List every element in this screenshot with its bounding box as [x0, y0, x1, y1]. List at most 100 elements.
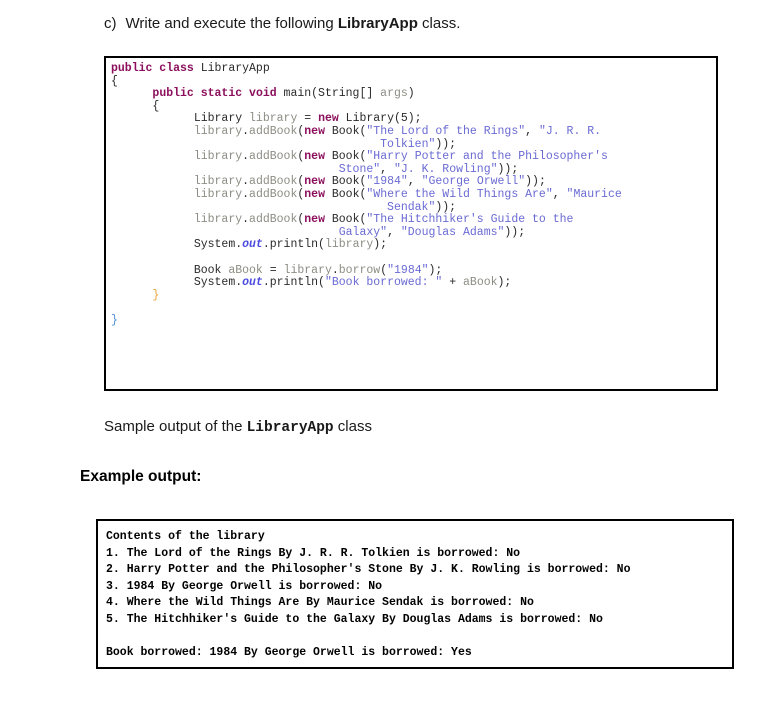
- code-token: new: [304, 124, 332, 138]
- question-prompt: c) Write and execute the following Librar…: [104, 14, 460, 34]
- code-token: "The Hitchhiker's Guide to the: [366, 213, 574, 227]
- code-token: ));: [504, 225, 526, 239]
- code-token: Galaxy": [338, 225, 388, 239]
- code-token: ));: [435, 200, 457, 214]
- code-token: Book(: [331, 124, 367, 138]
- code-token: public static void: [152, 87, 284, 101]
- code-token: new: [304, 213, 332, 227]
- code-token: aBook: [463, 276, 498, 290]
- code-token: ,: [387, 225, 401, 239]
- code-token: "J. R. R.: [538, 124, 602, 138]
- code-token: addBook: [249, 175, 298, 189]
- sample-caption-text-after: class: [333, 418, 372, 435]
- code-token: out: [242, 276, 263, 290]
- code-token: Stone": [338, 162, 381, 176]
- code-token: Book: [111, 263, 229, 277]
- code-token: Book(: [331, 213, 367, 227]
- sample-output-caption: Sample output of the LibraryApp class: [104, 417, 372, 438]
- code-token: );: [497, 276, 512, 290]
- question-text-after: class.: [417, 15, 461, 32]
- code-token: ));: [497, 162, 519, 176]
- console-output-listing: Contents of the library 1. The Lord of t…: [106, 530, 631, 660]
- code-token: .: [242, 150, 250, 164]
- code-token: aBook: [228, 263, 263, 277]
- code-token: addBook: [249, 150, 298, 164]
- code-block-container: public class LibraryApp { public static …: [104, 56, 718, 391]
- code-token: addBook: [249, 213, 298, 227]
- code-token: "The Lord of the Rings": [366, 124, 526, 138]
- code-token: System.: [111, 276, 243, 290]
- code-token: new: [304, 150, 332, 164]
- code-token: System.: [111, 238, 243, 252]
- code-token: Book(: [331, 150, 367, 164]
- code-token: .: [242, 124, 250, 138]
- code-token: .: [242, 175, 250, 189]
- code-token: Library(5);: [345, 112, 422, 126]
- code-token: ,: [407, 175, 422, 189]
- code-token: ,: [380, 162, 394, 176]
- code-token: .println(: [262, 276, 325, 290]
- code-token: );: [428, 263, 443, 277]
- code-token: ));: [435, 137, 457, 151]
- code-token: {: [111, 74, 118, 88]
- code-token: +: [442, 276, 464, 290]
- code-token: "Harry Potter and the Philosopher's: [366, 150, 608, 164]
- code-token: library: [249, 112, 298, 126]
- code-token: Tolkien": [380, 137, 436, 151]
- code-token: library: [193, 150, 243, 164]
- code-token: "Where the Wild Things Are": [366, 187, 553, 201]
- code-token: Book(: [331, 175, 367, 189]
- code-token: addBook: [249, 187, 298, 201]
- code-token: new: [318, 112, 346, 126]
- code-token: "1984": [366, 175, 408, 189]
- code-token: }: [111, 313, 118, 327]
- code-token: Sendak": [387, 200, 436, 214]
- code-token: =: [297, 112, 319, 126]
- code-token: library: [193, 124, 243, 138]
- sample-caption-class-name: LibraryApp: [246, 420, 334, 436]
- question-text-before: Write and execute the following: [125, 15, 338, 32]
- code-token: borrow: [338, 263, 381, 277]
- java-code-listing: public class LibraryApp { public static …: [111, 62, 622, 327]
- code-token: Library: [111, 112, 250, 126]
- code-token: LibraryApp: [200, 62, 270, 75]
- code-token: .println(: [262, 238, 325, 252]
- code-token: ,: [552, 187, 567, 201]
- code-token: library: [193, 213, 243, 227]
- code-token: "Douglas Adams": [400, 225, 505, 239]
- code-token: addBook: [249, 124, 298, 138]
- code-token: library: [193, 187, 243, 201]
- code-token: out: [242, 238, 263, 252]
- question-class-name: LibraryApp: [337, 15, 418, 32]
- code-token: Book(: [331, 187, 367, 201]
- question-marker: c): [104, 15, 117, 32]
- code-token: "Maurice: [566, 187, 622, 201]
- code-token: .: [242, 213, 250, 227]
- code-token: ));: [525, 175, 546, 189]
- example-output-heading: Example output:: [80, 468, 202, 485]
- code-token: args: [380, 87, 408, 101]
- code-token: ): [407, 87, 415, 101]
- code-token: =: [262, 263, 284, 277]
- code-token: new: [304, 175, 332, 189]
- code-token: {: [111, 99, 160, 113]
- sample-caption-text-before: Sample output of the: [104, 418, 247, 435]
- code-token: "1984": [387, 263, 429, 277]
- code-token: public class: [111, 62, 201, 75]
- code-token: "J. K. Rowling": [393, 162, 498, 176]
- code-token: "Book borrowed: ": [324, 276, 443, 290]
- code-token: );: [373, 238, 388, 252]
- code-token: new: [304, 187, 332, 201]
- code-token: .: [331, 263, 339, 277]
- code-token: library: [193, 175, 243, 189]
- code-token: "George Orwell": [421, 175, 526, 189]
- code-token: library: [324, 238, 374, 252]
